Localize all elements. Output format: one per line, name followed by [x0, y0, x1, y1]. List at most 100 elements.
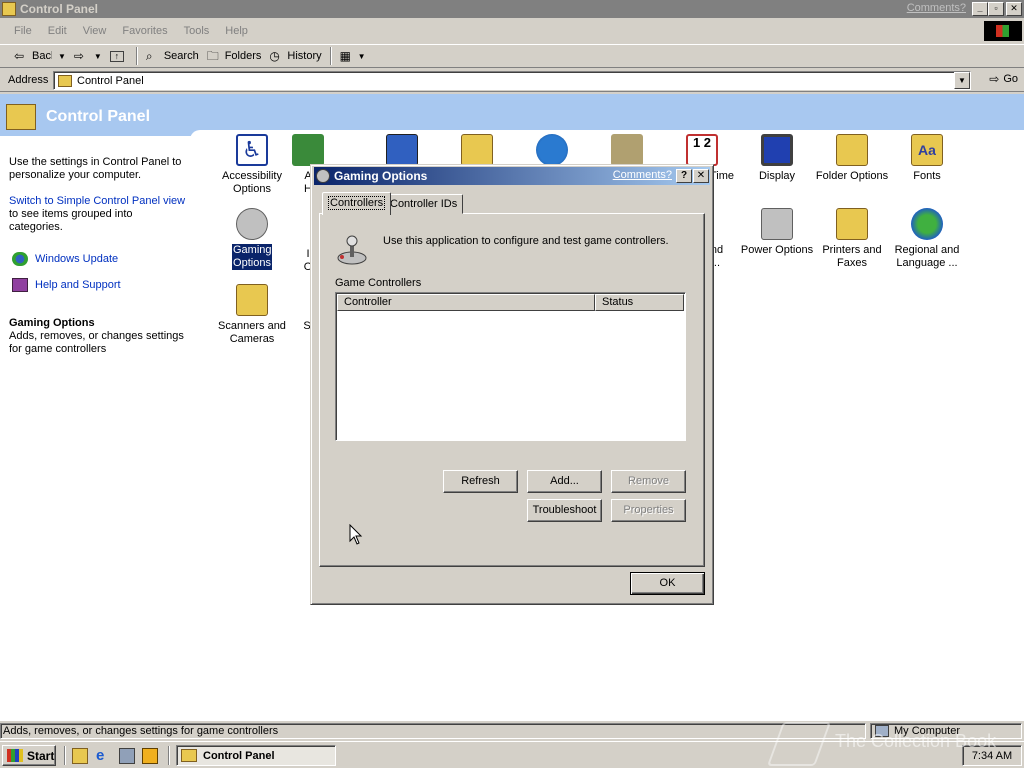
power-options-icon	[761, 208, 793, 240]
status-bar: Adds, removes, or changes settings for g…	[0, 722, 1024, 740]
search-button[interactable]: ⌕ Search	[142, 46, 203, 66]
views-button[interactable]: ▦ ▼	[336, 46, 370, 66]
joystick-icon	[337, 235, 367, 265]
switch-view-suffix: to see items grouped into categories.	[9, 208, 133, 233]
menu-file[interactable]: File	[6, 25, 40, 37]
address-input[interactable]: Control Panel ▼	[53, 71, 971, 90]
switch-view-link[interactable]: Switch to Simple Control Panel view	[9, 195, 185, 207]
taskbar-separator	[168, 746, 170, 765]
mouse-cursor-icon	[349, 524, 363, 545]
comments-link[interactable]: Comments?	[907, 2, 966, 14]
history-icon: ◷	[269, 49, 280, 63]
item-printers-faxes[interactable]: Printers and Faxes	[813, 208, 891, 270]
tab-controller-ids[interactable]: Controller IDs	[384, 194, 464, 214]
dialog-intro-text: Use this application to configure and te…	[383, 235, 669, 247]
windows-logo-icon	[984, 21, 1022, 41]
remove-button[interactable]: Remove	[611, 470, 686, 493]
toolbar-separator	[329, 47, 332, 65]
standard-toolbar: ⇦ Back ▼ ⇨ ▼ ↑ ⌕ Search 🗀 Folders ◷ Hist…	[0, 44, 1024, 68]
forward-arrow-icon: ⇨	[73, 49, 84, 63]
forward-button[interactable]: ⇨ ▼	[70, 46, 106, 66]
column-header-status[interactable]: Status	[595, 294, 684, 311]
folder-options-icon	[836, 134, 868, 166]
menu-edit[interactable]: Edit	[40, 25, 75, 37]
item-display[interactable]: Display	[738, 134, 816, 183]
back-dropdown-icon[interactable]: ▼	[58, 52, 66, 61]
dialog-close-button[interactable]: ✕	[693, 169, 709, 183]
printer-folder-icon	[836, 208, 868, 240]
game-controllers-list[interactable]: Controller Status	[335, 292, 686, 441]
detail-desc: Adds, removes, or changes settings for g…	[9, 330, 184, 355]
status-zone: My Computer	[870, 723, 1022, 739]
windows-update-link[interactable]: Windows Update	[9, 252, 189, 266]
show-desktop-icon[interactable]	[72, 748, 88, 764]
dialog-title: Gaming Options	[334, 169, 428, 183]
left-pane: Use the settings in Control Panel to per…	[9, 156, 189, 356]
help-support-link[interactable]: Help and Support	[9, 278, 189, 292]
history-button[interactable]: ◷ History	[265, 46, 325, 66]
clock[interactable]: 7:34 AM	[972, 750, 1012, 762]
joystick-icon	[236, 208, 268, 240]
folders-button[interactable]: 🗀 Folders	[203, 46, 266, 66]
ok-button[interactable]: OK	[630, 572, 705, 595]
gaming-options-dialog: Gaming Options Comments? ? ✕ Controllers…	[310, 164, 714, 605]
address-bar: Address Control Panel ▼ ⇨ Go	[0, 69, 1024, 92]
item-accessibility-options[interactable]: ♿ Accessibility Options	[213, 134, 291, 196]
taskbar-separator	[64, 746, 66, 765]
up-button[interactable]: ↑	[106, 46, 132, 66]
item-gaming-options[interactable]: Gaming Options	[213, 208, 291, 270]
menu-favorites[interactable]: Favorites	[114, 25, 175, 37]
address-label: Address	[8, 74, 49, 86]
restore-button[interactable]: ▫	[988, 2, 1004, 16]
refresh-button[interactable]: Refresh	[443, 470, 518, 493]
display-icon	[761, 134, 793, 166]
menu-view[interactable]: View	[75, 25, 115, 37]
menu-help[interactable]: Help	[217, 25, 256, 37]
start-button[interactable]: Start	[2, 745, 56, 766]
add-hardware-icon	[292, 134, 324, 166]
help-button[interactable]: ?	[676, 169, 692, 183]
dialog-title-bar[interactable]: Gaming Options Comments? ? ✕	[314, 167, 710, 185]
taskbar-control-panel[interactable]: Control Panel	[176, 745, 336, 766]
forward-dropdown-icon[interactable]: ▼	[94, 52, 102, 61]
back-button[interactable]: ⇦ Back ▼	[10, 46, 70, 66]
status-text: Adds, removes, or changes settings for g…	[0, 723, 866, 739]
troubleshoot-button[interactable]: Troubleshoot	[527, 499, 602, 522]
address-dropdown-icon[interactable]: ▼	[954, 72, 970, 89]
internet-explorer-icon[interactable]: e	[96, 748, 112, 764]
internet-globe-icon	[536, 134, 568, 166]
add-remove-programs-icon	[386, 134, 418, 166]
my-computer-icon	[875, 725, 889, 737]
window-title: Control Panel	[20, 2, 99, 16]
control-panel-icon	[181, 749, 197, 762]
control-panel-icon	[2, 2, 16, 16]
intro-text: Use the settings in Control Panel to per…	[9, 156, 182, 181]
item-power-options[interactable]: Power Options	[738, 208, 816, 257]
views-dropdown-icon: ▼	[357, 51, 366, 61]
control-panel-banner: Control Panel	[0, 94, 1024, 140]
tab-controllers[interactable]: Controllers	[322, 192, 392, 215]
dialog-comments-link[interactable]: Comments?	[613, 169, 672, 181]
windows-update-icon	[12, 252, 28, 266]
properties-button[interactable]: Properties	[611, 499, 686, 522]
item-fonts[interactable]: Aa Fonts	[888, 134, 966, 183]
folder-icon	[58, 74, 72, 87]
close-button[interactable]: ✕	[1006, 2, 1022, 16]
minimize-button[interactable]: _	[972, 2, 988, 16]
item-scanners-cameras[interactable]: Scanners and Cameras	[213, 284, 291, 346]
column-header-controller[interactable]: Controller	[337, 294, 595, 311]
item-folder-options[interactable]: Folder Options	[813, 134, 891, 183]
views-icon: ▦	[339, 49, 351, 63]
item-regional-language[interactable]: Regional and Language ...	[888, 208, 966, 270]
menu-tools[interactable]: Tools	[176, 25, 218, 37]
add-button[interactable]: Add...	[527, 470, 602, 493]
admin-tools-icon	[461, 134, 493, 166]
window-title-bar[interactable]: Control Panel Comments? _ ▫ ✕	[0, 0, 1024, 18]
media-player-icon[interactable]	[142, 748, 158, 764]
scanner-folder-icon	[236, 284, 268, 316]
address-value: Control Panel	[77, 74, 144, 87]
detail-title: Gaming Options	[9, 317, 95, 329]
go-button[interactable]: ⇨ Go	[989, 72, 1018, 86]
outlook-icon[interactable]	[119, 748, 135, 764]
folders-icon: 🗀	[206, 49, 219, 63]
